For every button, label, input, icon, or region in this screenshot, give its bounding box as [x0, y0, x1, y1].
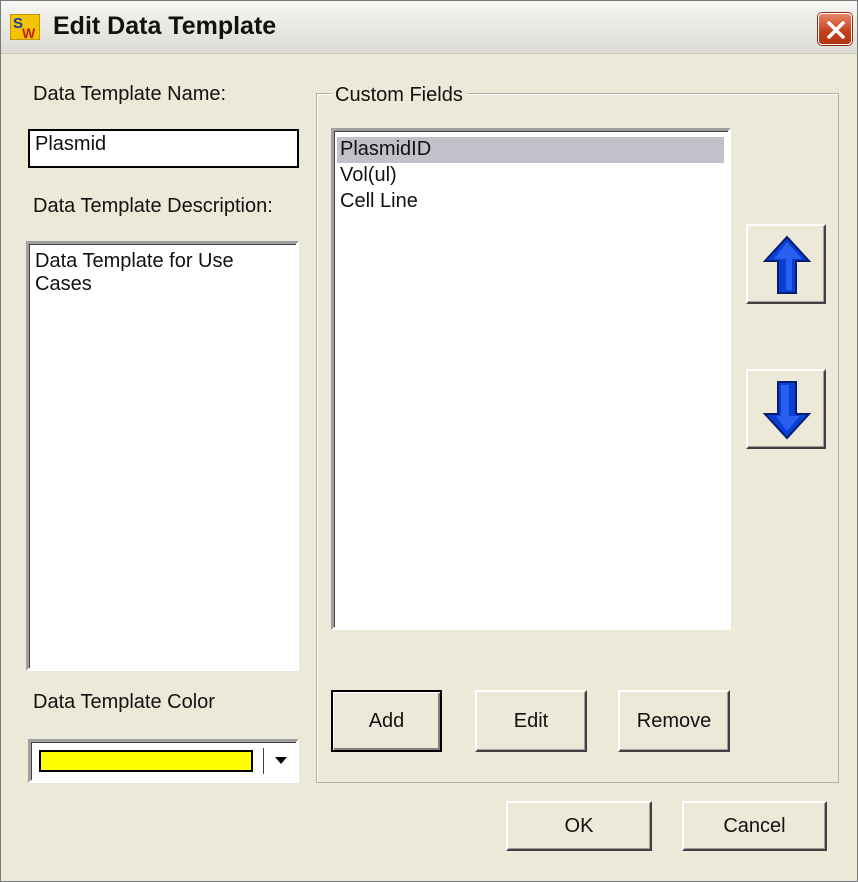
- cancel-button[interactable]: Cancel: [682, 801, 827, 851]
- app-logo-letter-w: W: [22, 25, 36, 40]
- list-item[interactable]: PlasmidID: [337, 137, 724, 163]
- custom-fields-group-label: Custom Fields: [331, 84, 467, 107]
- color-dropdown[interactable]: [28, 739, 299, 783]
- color-label: Data Template Color: [33, 691, 215, 713]
- move-up-button[interactable]: [746, 224, 826, 304]
- description-textarea[interactable]: Data Template for Use Cases: [26, 241, 299, 671]
- remove-button[interactable]: Remove: [618, 690, 730, 752]
- color-swatch: [39, 750, 253, 772]
- close-icon: [827, 21, 845, 39]
- edit-button[interactable]: Edit: [475, 690, 587, 752]
- ok-button[interactable]: OK: [506, 801, 652, 851]
- custom-fields-list[interactable]: PlasmidID Vol(ul) Cell Line: [331, 128, 731, 630]
- move-down-button[interactable]: [746, 369, 826, 449]
- arrow-down-icon: [762, 381, 812, 440]
- close-button[interactable]: [818, 13, 852, 45]
- description-label: Data Template Description:: [33, 195, 273, 217]
- dropdown-separator: [263, 748, 264, 774]
- name-label: Data Template Name:: [33, 83, 227, 105]
- arrow-up-icon: [762, 235, 812, 294]
- add-button[interactable]: Add: [331, 690, 442, 752]
- window-title: Edit Data Template: [53, 12, 277, 40]
- app-logo-icon: S W: [10, 14, 40, 40]
- edit-data-template-dialog: S W Edit Data Template Data Template Nam…: [0, 0, 858, 882]
- list-item[interactable]: Vol(ul): [337, 163, 725, 189]
- chevron-down-icon[interactable]: [275, 757, 287, 764]
- name-input[interactable]: Plasmid: [28, 129, 299, 168]
- title-bar[interactable]: S W Edit Data Template: [1, 1, 857, 54]
- list-item[interactable]: Cell Line: [337, 189, 725, 215]
